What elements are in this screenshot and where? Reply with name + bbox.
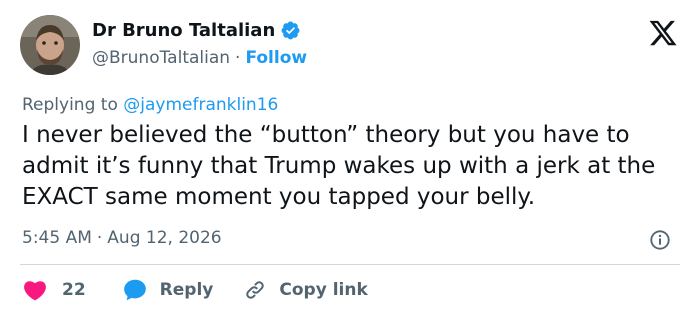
tweet-text: I never believed the “button” theory but… bbox=[22, 122, 656, 210]
info-icon[interactable] bbox=[649, 229, 671, 251]
divider bbox=[20, 264, 680, 265]
author-handle-row: @BrunoTaltalian · Follow bbox=[92, 48, 307, 68]
action-bar: 22 Reply Copy link bbox=[22, 278, 368, 302]
meta-separator: · bbox=[96, 228, 103, 248]
reply-button[interactable]: Reply bbox=[122, 277, 214, 303]
tweet-card: Dr Bruno Taltalian @BrunoTaltalian · Fol… bbox=[0, 0, 700, 318]
avatar[interactable] bbox=[20, 15, 80, 75]
like-count: 22 bbox=[62, 280, 86, 300]
verified-badge-icon bbox=[280, 20, 301, 41]
like-button[interactable]: 22 bbox=[22, 277, 86, 303]
link-icon bbox=[246, 281, 265, 299]
reply-bubble-icon bbox=[123, 279, 146, 301]
tweet-time: 5:45 AM bbox=[22, 228, 92, 248]
reply-label: Reply bbox=[159, 280, 214, 300]
heart-icon bbox=[24, 281, 46, 301]
author-handle[interactable]: @BrunoTaltalian bbox=[92, 48, 230, 68]
author-name-row: Dr Bruno Taltalian bbox=[92, 20, 301, 41]
display-name[interactable]: Dr Bruno Taltalian bbox=[92, 20, 275, 41]
tweet-timestamp[interactable]: 5:45 AM · Aug 12, 2026 bbox=[22, 228, 222, 248]
replying-to: Replying to @jaymefranklin16 bbox=[22, 95, 278, 115]
reply-handle-link[interactable]: @jaymefranklin16 bbox=[123, 95, 278, 115]
copy-link-button[interactable]: Copy link bbox=[243, 278, 368, 302]
replying-prefix: Replying to bbox=[22, 95, 124, 115]
handle-separator: · bbox=[235, 48, 241, 68]
tweet-date: Aug 12, 2026 bbox=[107, 228, 222, 248]
follow-button[interactable]: Follow bbox=[245, 48, 307, 68]
x-logo-icon[interactable] bbox=[648, 18, 678, 48]
copy-link-label: Copy link bbox=[279, 280, 368, 300]
